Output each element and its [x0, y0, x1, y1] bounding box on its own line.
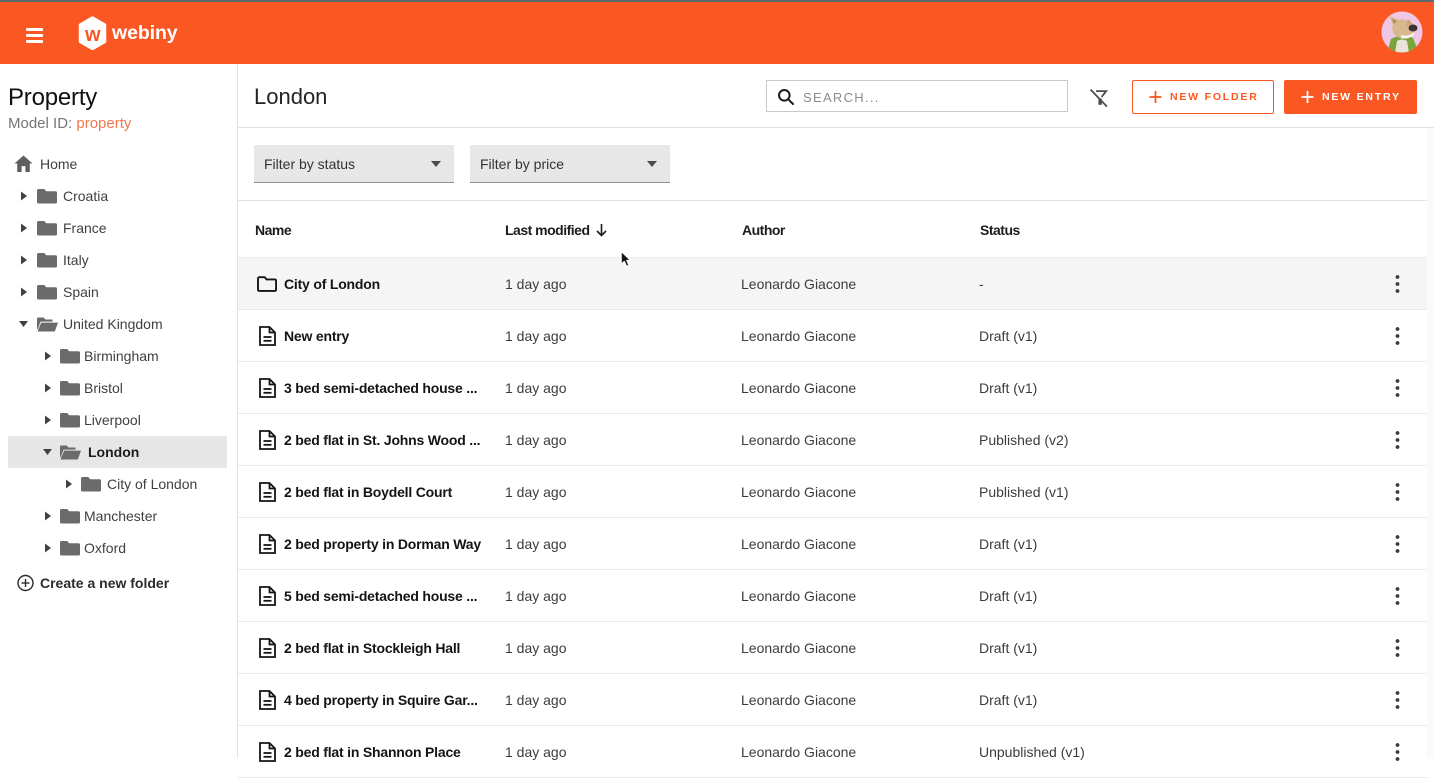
svg-text:w: w — [84, 24, 101, 46]
